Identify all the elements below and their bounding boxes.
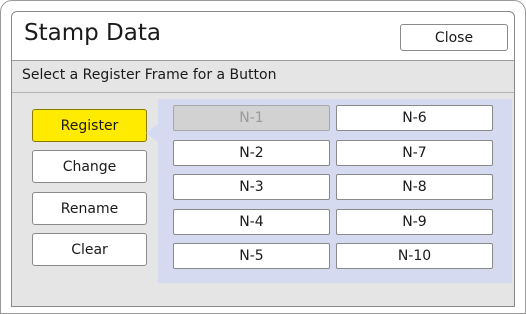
frame-button-n4[interactable]: N-4 bbox=[173, 209, 330, 235]
frame-button-n10[interactable]: N-10 bbox=[336, 243, 493, 269]
frame-button-n2[interactable]: N-2 bbox=[173, 140, 330, 166]
frame-button-n7[interactable]: N-7 bbox=[336, 140, 493, 166]
register-button[interactable]: Register bbox=[32, 109, 147, 142]
register-frames-panel: N-1 N-2 N-3 N-4 N-5 N-6 N-7 N-8 N-9 N-10 bbox=[158, 99, 512, 283]
window-title: Stamp Data bbox=[24, 20, 161, 46]
change-button[interactable]: Change bbox=[32, 150, 147, 183]
dialog-body: Stamp Data Close Select a Register Frame… bbox=[11, 11, 515, 307]
frame-button-n8[interactable]: N-8 bbox=[336, 174, 493, 200]
frame-button-n9[interactable]: N-9 bbox=[336, 209, 493, 235]
title-bar: Stamp Data Close bbox=[12, 12, 514, 61]
frame-button-n3[interactable]: N-3 bbox=[173, 174, 330, 200]
selection-pointer bbox=[146, 124, 158, 142]
instruction-text: Select a Register Frame for a Button bbox=[22, 67, 277, 83]
stamp-data-window: Stamp Data Close Select a Register Frame… bbox=[0, 0, 526, 314]
rename-button[interactable]: Rename bbox=[32, 192, 147, 225]
frame-button-n5[interactable]: N-5 bbox=[173, 243, 330, 269]
frame-button-n6[interactable]: N-6 bbox=[336, 105, 493, 131]
frame-button-n1[interactable]: N-1 bbox=[173, 105, 330, 131]
divider bbox=[12, 92, 514, 93]
close-button[interactable]: Close bbox=[400, 24, 508, 51]
clear-button[interactable]: Clear bbox=[32, 233, 147, 266]
